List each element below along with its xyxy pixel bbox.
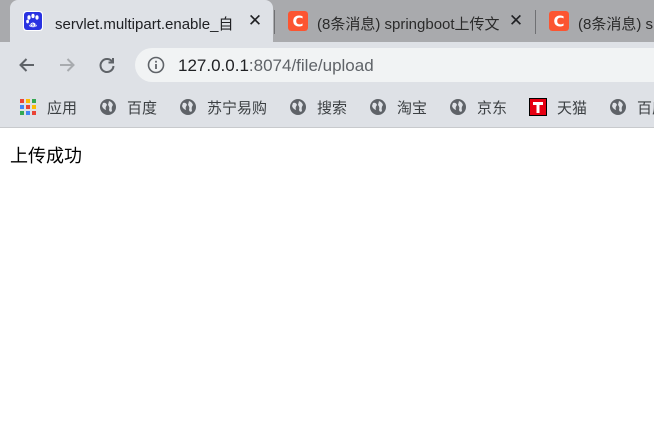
bookmark-search[interactable]: 搜索	[289, 96, 347, 118]
upload-success-message: 上传成功	[10, 146, 82, 166]
bookmark-tmall[interactable]: 天猫	[529, 96, 587, 118]
bookmark-label: 天猫	[557, 99, 588, 117]
reload-icon[interactable]	[94, 52, 120, 78]
baidu-paw-icon: du	[23, 11, 43, 31]
back-arrow-icon[interactable]	[14, 52, 40, 78]
bookmark-baidu-2[interactable]: 百度	[609, 96, 654, 118]
url-path: :8074/file/upload	[248, 56, 374, 75]
bookmark-label: 苏宁易购	[207, 99, 268, 117]
bookmark-label: 搜索	[317, 99, 348, 117]
globe-icon	[609, 98, 627, 116]
url-text: 127.0.0.1:8074/file/upload	[178, 56, 374, 76]
globe-icon	[369, 98, 387, 116]
page-content: 上传成功	[0, 129, 654, 422]
tab-title: (8条消息) s	[578, 16, 654, 33]
bookmark-label: 百度	[127, 99, 158, 117]
globe-icon	[179, 98, 197, 116]
browser-window: du servlet.multipart.enable_自 ✕ C (8条消息)…	[0, 0, 654, 422]
close-tab-icon[interactable]: ✕	[507, 12, 525, 30]
forward-arrow-icon[interactable]	[54, 52, 80, 78]
bookmark-taobao[interactable]: 淘宝	[369, 96, 427, 118]
tab-servlet-multipart[interactable]: du servlet.multipart.enable_自 ✕	[10, 0, 273, 42]
bookmark-baidu[interactable]: 百度	[99, 96, 157, 118]
tmall-icon	[529, 98, 547, 116]
apps-grid-icon	[19, 98, 37, 116]
bookmark-label: 百度	[637, 99, 654, 117]
globe-icon	[99, 98, 117, 116]
address-bar[interactable]: 127.0.0.1:8074/file/upload	[135, 48, 654, 82]
globe-icon	[449, 98, 467, 116]
bookmark-label: 应用	[47, 99, 78, 117]
bookmark-jd[interactable]: 京东	[449, 96, 507, 118]
bookmark-label: 淘宝	[397, 99, 428, 117]
info-icon[interactable]	[147, 56, 165, 74]
bookmark-label: 京东	[477, 99, 508, 117]
csdn-c-icon: C	[549, 11, 569, 31]
tab-csdn-other[interactable]: C (8条消息) s	[536, 0, 654, 42]
globe-icon	[289, 98, 307, 116]
close-tab-icon[interactable]: ✕	[246, 12, 264, 30]
tab-strip: du servlet.multipart.enable_自 ✕ C (8条消息)…	[0, 0, 654, 42]
bookmarks-bar: 应用 百度 苏宁易购 搜索 淘宝 京东 天猫 百	[0, 88, 654, 128]
svg-text:C: C	[292, 13, 303, 31]
csdn-c-icon: C	[288, 11, 308, 31]
svg-text:du: du	[30, 23, 36, 29]
tab-csdn-springboot[interactable]: C (8条消息) springboot上传文 ✕	[275, 0, 533, 42]
url-host: 127.0.0.1	[178, 56, 249, 75]
tab-title: (8条消息) springboot上传文	[317, 16, 500, 33]
tab-title: servlet.multipart.enable_自	[55, 16, 234, 33]
svg-text:C: C	[553, 13, 564, 31]
bookmark-apps[interactable]: 应用	[19, 96, 77, 118]
bookmark-suning[interactable]: 苏宁易购	[179, 96, 267, 118]
toolbar: 127.0.0.1:8074/file/upload	[0, 42, 654, 88]
